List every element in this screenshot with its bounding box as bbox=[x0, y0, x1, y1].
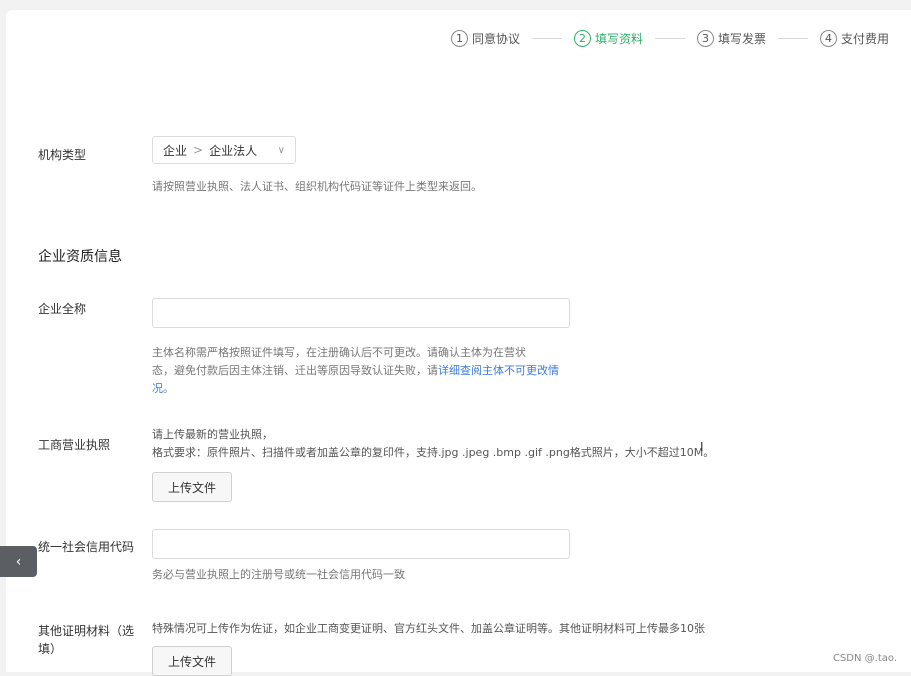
form-card bbox=[6, 10, 911, 672]
chevron-left-icon: ‹ bbox=[15, 553, 22, 570]
step-label: 填写资料 bbox=[594, 32, 643, 46]
collapse-sidebar-button[interactable]: ‹ bbox=[0, 546, 37, 577]
progress-stepper: 1 同意协议 2 填写资料 3 填写发票 4 支付费用 bbox=[450, 30, 889, 47]
step-divider bbox=[654, 38, 685, 39]
license-hint: 请上传最新的营业执照， 格式要求：原件照片、扫描件或者加盖公章的复印件，支持.j… bbox=[152, 426, 714, 462]
credit-code-input[interactable] bbox=[152, 529, 570, 559]
step-number: 1 bbox=[450, 30, 468, 47]
step-divider bbox=[531, 38, 562, 39]
step-divider bbox=[777, 38, 808, 39]
other-docs-hint: 特殊情况可上传作为佐证，如企业工商变更证明、官方红头文件、加盖公章证明等。其他证… bbox=[152, 622, 705, 635]
company-name-hint: 主体名称需严格按照证件填写，在注册确认后不可更改。请确认主体为在营状 态，避免付… bbox=[152, 344, 572, 398]
watermark: CSDN @.tao. bbox=[832, 653, 897, 664]
text-cursor-icon: I bbox=[700, 440, 704, 454]
license-label: 工商营业执照 bbox=[38, 438, 111, 452]
label-line: 填） bbox=[38, 642, 63, 656]
step-agree: 1 同意协议 bbox=[450, 30, 520, 47]
section-title: 企业资质信息 bbox=[38, 249, 122, 265]
step-label: 同意协议 bbox=[471, 32, 520, 46]
step-number: 2 bbox=[573, 30, 591, 47]
company-name-label: 企业全称 bbox=[38, 302, 87, 316]
hint-line: 请上传最新的营业执照， bbox=[152, 428, 273, 441]
step-invoice: 3 填写发票 bbox=[696, 30, 766, 47]
hint-line: 态，避免付款后因主体注销、迁出等原因导致认证失败，请详细查阅主体不可更改情况。 bbox=[152, 362, 572, 398]
step-label: 支付费用 bbox=[840, 32, 889, 46]
label-line: 其他证明材料（选 bbox=[38, 624, 135, 638]
org-type-select[interactable]: 企业 > 企业法人 ∨ bbox=[152, 136, 296, 164]
org-type-hint: 请按照营业执照、法人证书、组织机构代码证等证件上类型来返回。 bbox=[152, 180, 482, 193]
other-docs-label: 其他证明材料（选 填） bbox=[38, 622, 134, 658]
step-label: 填写发票 bbox=[717, 32, 766, 46]
hint-line: 格式要求：原件照片、扫描件或者加盖公章的复印件，支持.jpg .jpeg .bm… bbox=[152, 446, 715, 459]
step-fill-info: 2 填写资料 bbox=[573, 30, 643, 47]
hint-text: 。 bbox=[163, 382, 174, 395]
upload-license-button[interactable]: 上传文件 bbox=[152, 472, 232, 502]
org-type-label: 机构类型 bbox=[38, 148, 87, 162]
hint-line: 主体名称需严格按照证件填写，在注册确认后不可更改。请确认主体为在营状 bbox=[152, 346, 526, 359]
step-number: 4 bbox=[819, 30, 837, 47]
chevron-right-icon: > bbox=[193, 143, 204, 157]
company-name-input[interactable] bbox=[152, 298, 570, 328]
hint-text: 态，避免付款后因主体注销、迁出等原因导致认证失败，请 bbox=[152, 364, 438, 377]
step-number: 3 bbox=[696, 30, 714, 47]
chevron-down-icon: ∨ bbox=[277, 144, 285, 156]
credit-code-hint: 务必与营业执照上的注册号或统一社会信用代码一致 bbox=[152, 568, 405, 581]
step-payment: 4 支付费用 bbox=[819, 30, 889, 47]
credit-code-label: 统一社会信用代码 bbox=[38, 540, 135, 554]
select-level1: 企业 bbox=[163, 143, 188, 158]
select-level2: 企业法人 bbox=[209, 143, 258, 158]
